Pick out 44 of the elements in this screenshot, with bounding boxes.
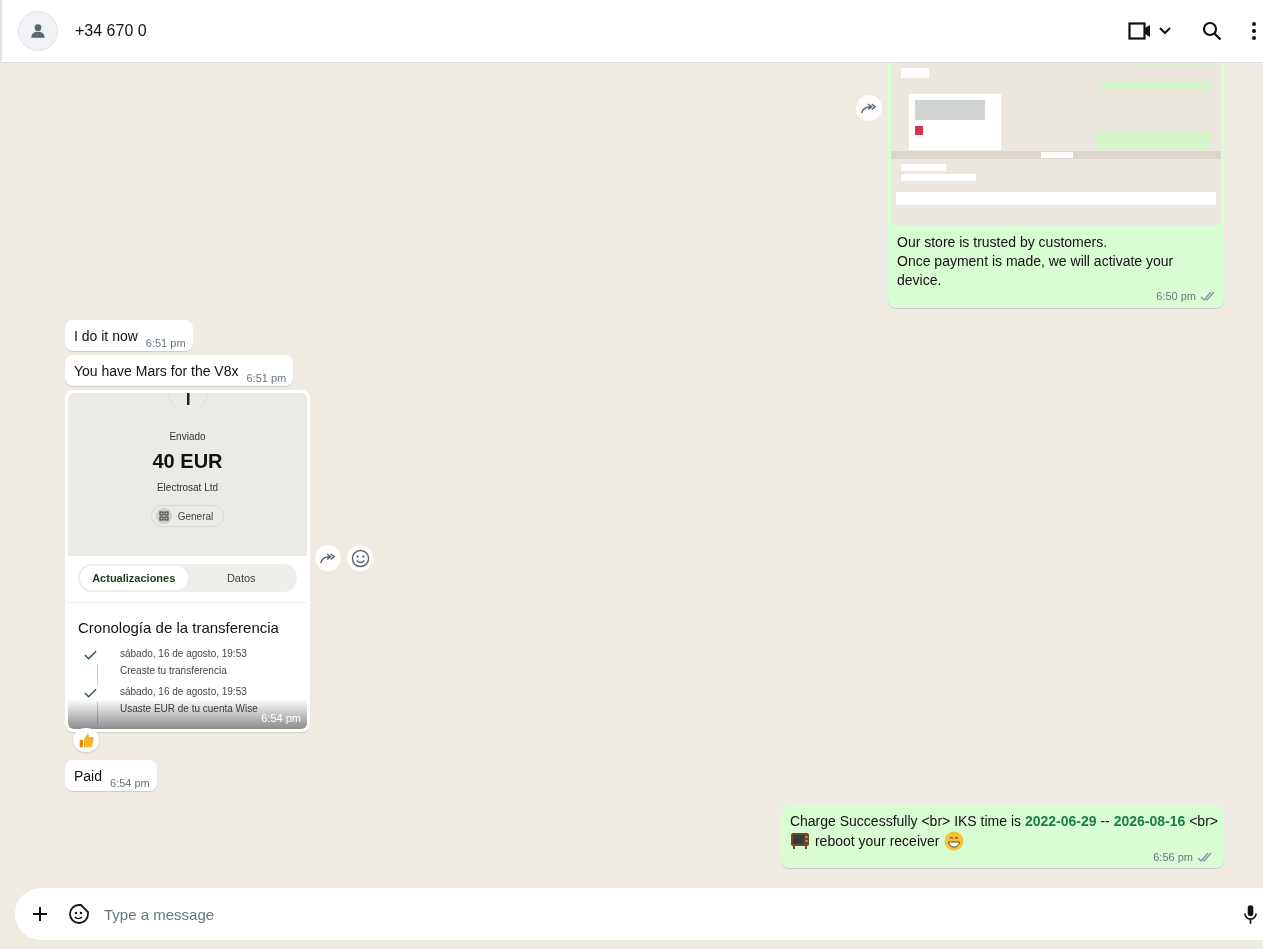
message-time: 6:50 pm xyxy=(1156,290,1196,302)
status-label: Enviado xyxy=(169,431,206,442)
sticker-button[interactable] xyxy=(68,903,90,925)
category-label: General xyxy=(177,510,214,522)
tab[interactable]: Actualizaciones xyxy=(80,566,188,590)
grid-icon xyxy=(155,508,172,524)
message-text: Our store is trusted by customers. Once payment is made, we will activate your device. xyxy=(896,233,1175,290)
reaction-badge[interactable] xyxy=(73,728,99,752)
attach-button[interactable] xyxy=(32,906,48,922)
message-time: 6:51 pm xyxy=(246,372,287,384)
message-time: 6:56 pm xyxy=(1153,851,1193,863)
grinning-face-icon xyxy=(944,831,965,851)
event-date: sábado, 16 de agosto, 19:53 xyxy=(120,686,248,697)
forward-icon xyxy=(860,101,878,115)
event-text: Creaste tu transferencia xyxy=(120,665,228,676)
message-text: Charge Successfully <br> IKS time is 2022-06-29 -- 2026-08-16 <br> xyxy=(789,812,1218,831)
menu-button[interactable] xyxy=(1252,22,1256,40)
message-text: reboot your receiver xyxy=(814,832,940,851)
message-time: 6:54 pm xyxy=(261,712,301,724)
tab[interactable]: Datos xyxy=(187,566,295,590)
video-call-button[interactable] xyxy=(1128,22,1172,40)
search-button[interactable] xyxy=(1202,21,1222,41)
microphone-button[interactable] xyxy=(1244,903,1257,925)
message-text: You have Mars for the V8x xyxy=(74,362,239,381)
contact-name[interactable]: +34 670 0 xyxy=(75,22,147,40)
message-time: 6:51 pm xyxy=(145,337,186,349)
emoji-icon xyxy=(350,548,370,568)
emoji-button[interactable] xyxy=(347,545,373,571)
recipient-name: Electrosat Ltd xyxy=(156,482,219,493)
event-text: Usaste EUR de tu cuenta Wise xyxy=(120,703,258,714)
avatar-icon[interactable] xyxy=(18,11,58,51)
amount-text: 40 EUR xyxy=(152,450,223,473)
timeline-title: Cronología de la transferencia xyxy=(68,602,307,648)
message-input[interactable]: Type a message xyxy=(102,904,1224,924)
forward-button[interactable] xyxy=(315,545,341,571)
forward-button[interactable] xyxy=(856,95,882,121)
forward-icon xyxy=(319,551,337,565)
television-icon xyxy=(789,832,810,850)
transfer-status-icon xyxy=(167,393,208,409)
message-field[interactable]: Type a message xyxy=(15,888,1263,940)
message-time: 6:54 pm xyxy=(110,777,150,789)
message-text: I do it now xyxy=(74,327,138,346)
event-date: sábado, 16 de agosto, 19:53 xyxy=(120,648,247,659)
message-text: Paid xyxy=(74,767,103,786)
